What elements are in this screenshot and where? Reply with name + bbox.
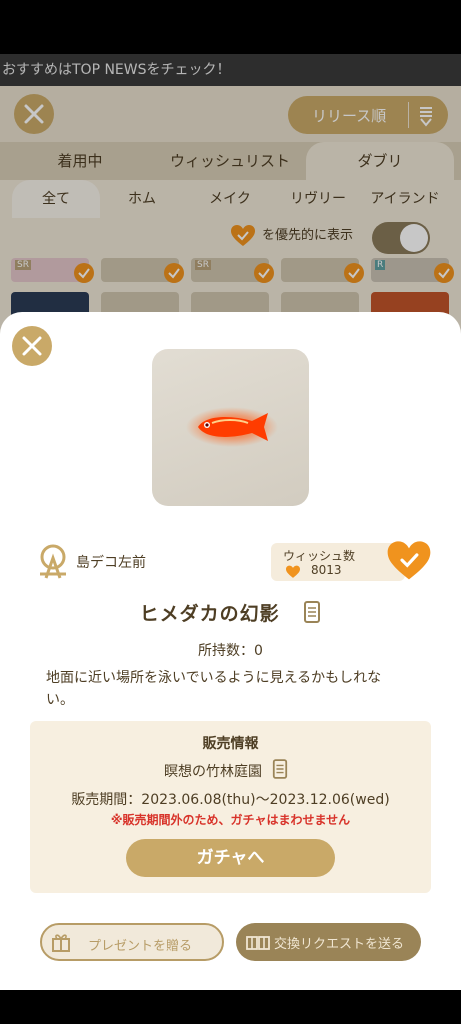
item-category: 島デコ左前 [76,555,146,571]
heart-icon [286,565,300,578]
sales-title: 販売情報 [202,736,259,752]
close-icon [22,336,42,356]
wish-heart-button[interactable] [386,540,432,582]
present-label: プレゼントを贈る [88,939,193,954]
item-name-text: ヒメダカの幻影 [139,603,280,625]
trade-gift-icon [246,936,270,950]
present-button[interactable]: プレゼントを贈る [40,923,224,961]
wish-count-box: ウィッシュ数 8013 [271,543,405,581]
sales-place: 瞑想の竹林庭園 [164,764,262,780]
medaka-fish-image [186,407,278,447]
trade-label: 交換リクエストを送る [274,937,405,952]
item-name: ヒメダカの幻影 [0,599,461,626]
item-description: 地面に近い場所を泳いでいるように見えるかもしれない。 [46,670,382,708]
document-icon[interactable] [272,759,288,779]
item-image [152,349,309,506]
wish-count: 8013 [311,563,342,577]
sales-period: 販売期間：2023.06.08(thu)〜2023.12.06(wed) [71,792,390,808]
sales-info-panel: 販売情報 瞑想の竹林庭園 販売期間：2023.06.08(thu)〜2023.1… [30,721,431,893]
gift-icon [52,934,70,952]
gacha-button[interactable]: ガチャへ [126,839,335,877]
wish-title: ウィッシュ数 [283,549,356,563]
trade-request-button[interactable]: 交換リクエストを送る [236,923,421,961]
island-deco-icon [40,544,66,579]
document-icon[interactable] [303,601,321,623]
item-detail-modal: 島デコ左前 ウィッシュ数 8013 ヒメダカの幻影 所持数：0 地面に近い場所を… [0,312,461,990]
sales-warning: ※販売期間外のため、ガチャはまわせません [110,813,351,827]
modal-close-button[interactable] [12,326,52,366]
owned-count: 所持数：0 [198,643,263,659]
